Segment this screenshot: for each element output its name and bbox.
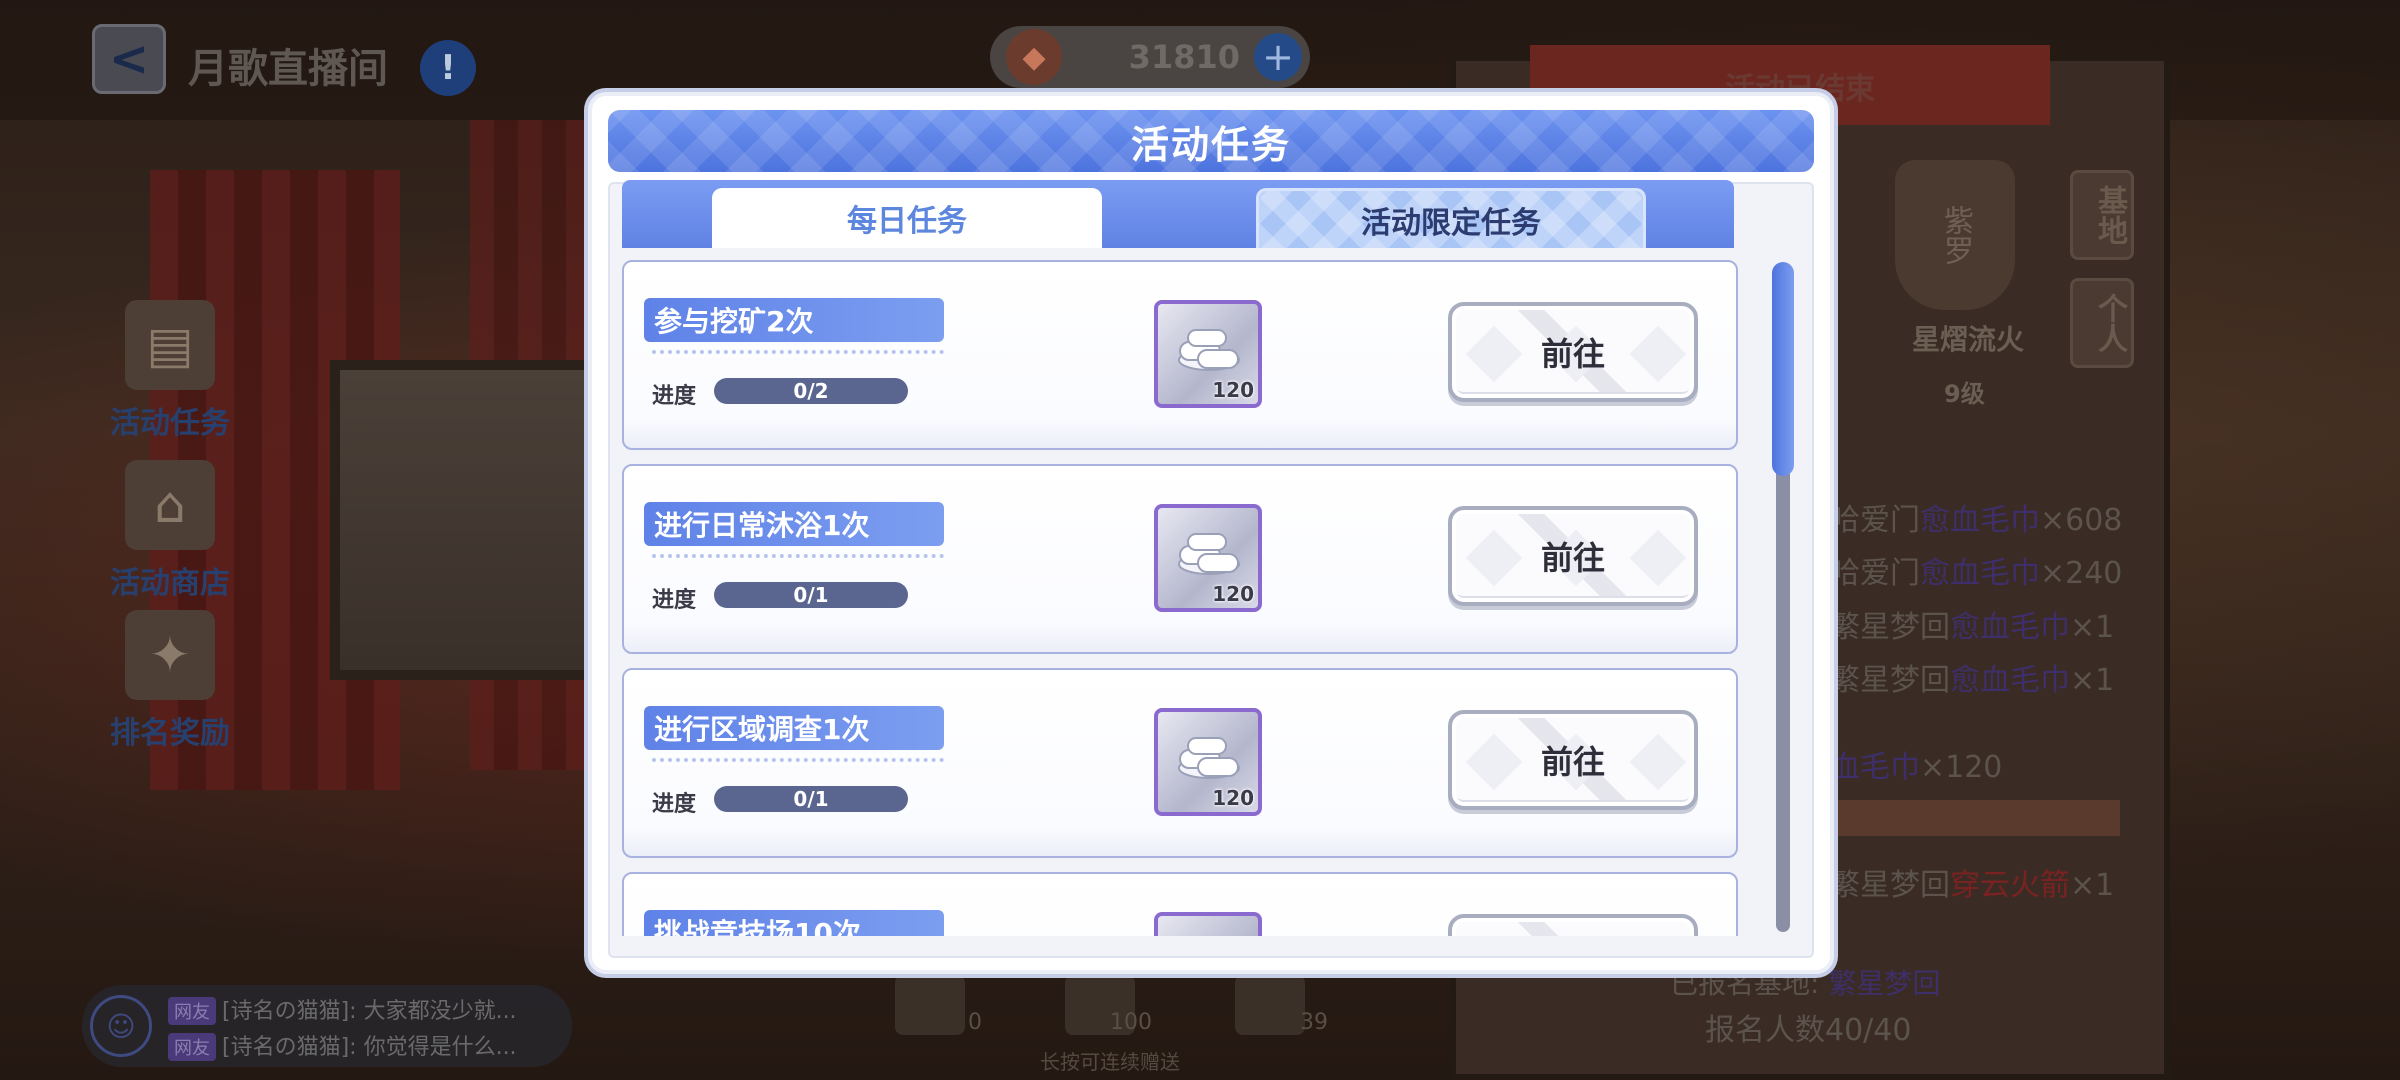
progress-text: 0/1 (793, 583, 829, 607)
side-menu-label: 排名奖励 (110, 716, 230, 751)
trophy-icon: 紫罗 (1895, 160, 2015, 310)
reward-line: 血毛巾×120 (1830, 750, 2003, 785)
fox-coin-icon: ◆ (1006, 29, 1062, 85)
plus-icon: + (1262, 35, 1294, 79)
side-menu-event-tasks[interactable]: ▤ 活动任务 (100, 300, 240, 442)
progress-bar: 0/1 (714, 582, 908, 608)
reward-line: 哈爱门愈血毛巾×240 (1830, 556, 2123, 591)
button-pattern (1465, 529, 1523, 587)
gift-count: 100 (1110, 1010, 1152, 1035)
towel-icon (1178, 533, 1240, 575)
button-pattern (1465, 325, 1523, 383)
reward-item[interactable]: 120 (1154, 504, 1262, 612)
back-button[interactable]: < (92, 24, 166, 94)
task-scroll-icon: ▤ (125, 300, 215, 390)
progress-label: 进度 (652, 588, 697, 613)
task-name: 参与挖矿2次 (644, 298, 944, 342)
task-card: 进行区域调查1次 进度 0/1 120 前往 (622, 668, 1738, 858)
go-button[interactable]: 前往 (1448, 710, 1698, 810)
progress-text: 0/1 (793, 787, 829, 811)
gift-count: 0 (968, 1010, 982, 1035)
towel-icon (1178, 329, 1240, 371)
divider (652, 350, 944, 354)
chat-message: 网友 [诗名の猫猫]: 大家都没少就... (168, 993, 517, 1025)
currency-display: ◆ 31810 + (990, 26, 1310, 88)
divider (652, 554, 944, 558)
page-title: 月歌直播间 (188, 46, 388, 92)
trophy-level: 9级 (1944, 380, 1985, 408)
button-pattern (1629, 325, 1687, 383)
tab-personal[interactable]: 个人 (2070, 278, 2134, 368)
task-name: 进行区域调查1次 (644, 706, 944, 750)
button-pattern (1629, 529, 1687, 587)
task-card: 参与挖矿2次 进度 0/2 120 前往 (622, 260, 1738, 450)
tab-label: 每日任务 (847, 204, 967, 239)
currency-value: 31810 (1128, 38, 1240, 76)
gift-icon: ✦ (125, 610, 215, 700)
long-press-hint: 长按可连续赠送 (1040, 1050, 1180, 1074)
task-tabs: 每日任务 活动限定任务 (622, 180, 1734, 248)
gift-slot[interactable] (1235, 975, 1305, 1035)
task-card: 挑战竞技场10次 进度 0/10 120 前往 (622, 872, 1738, 936)
progress-text: 0/2 (793, 379, 829, 403)
tab-base[interactable]: 基地 (2070, 170, 2134, 260)
event-tasks-dialog: 活动任务 每日任务 活动限定任务 参与挖矿2次 进度 0/2 120 前往 进行… (588, 92, 1834, 974)
progress-label: 进度 (652, 792, 697, 817)
info-button[interactable]: ! (420, 40, 476, 96)
reward-line: 繁星梦回愈血毛巾×1 (1830, 663, 2115, 698)
scrollbar-thumb[interactable] (1772, 262, 1794, 476)
gift-count: 39 (1300, 1010, 1328, 1035)
go-button-label: 前往 (1540, 743, 1605, 781)
progress-bar: 0/1 (714, 786, 908, 812)
towel-icon (1178, 737, 1240, 779)
exclamation-icon: ! (440, 48, 456, 88)
button-pattern (1629, 733, 1687, 791)
task-name: 挑战竞技场10次 (644, 910, 944, 936)
reward-item[interactable]: 120 (1154, 708, 1262, 816)
task-list[interactable]: 参与挖矿2次 进度 0/2 120 前往 进行日常沐浴1次 进度 0/1 120… (622, 256, 1740, 936)
progress-label: 进度 (652, 384, 697, 409)
button-pattern (1465, 733, 1523, 791)
progress-bar: 0/2 (714, 378, 908, 404)
reward-count: 120 (1212, 786, 1254, 810)
go-button[interactable]: 前往 (1448, 506, 1698, 606)
reward-line: 繁星梦回穿云火箭×1 (1830, 868, 2115, 903)
go-button[interactable]: 前往 (1448, 302, 1698, 402)
side-menu-ranking-rewards[interactable]: ✦ 排名奖励 (100, 610, 240, 752)
side-menu-label: 活动任务 (110, 406, 230, 441)
side-menu-label: 活动商店 (110, 566, 230, 601)
divider (652, 758, 944, 762)
reward-count: 120 (1212, 378, 1254, 402)
task-name: 进行日常沐浴1次 (644, 502, 944, 546)
tab-daily-tasks[interactable]: 每日任务 (712, 188, 1102, 248)
reward-line: 繁星梦回愈血毛巾×1 (1830, 610, 2115, 645)
reward-line: 哈爱门愈血毛巾×608 (1830, 503, 2123, 538)
go-button-label: 前往 (1540, 539, 1605, 577)
reward-item[interactable]: 120 (1154, 300, 1262, 408)
towel-icon (1176, 932, 1242, 936)
go-button-label: 前往 (1540, 335, 1605, 373)
task-card: 进行日常沐浴1次 进度 0/1 120 前往 (622, 464, 1738, 654)
chat-box[interactable]: ☺ 网友 [诗名の猫猫]: 大家都没少就... 网友 [诗名の猫猫]: 你觉得是什么… (82, 985, 572, 1067)
dialog-title: 活动任务 (1130, 122, 1291, 167)
trophy-name: 星熠流火 (1912, 323, 2025, 356)
gift-slot[interactable] (895, 975, 965, 1035)
go-button[interactable]: 前往 (1448, 914, 1698, 936)
reward-item[interactable]: 120 (1154, 912, 1262, 936)
side-menu-event-shop[interactable]: ⌂ 活动商店 (100, 460, 240, 602)
chat-message: 网友 [诗名の猫猫]: 你觉得是什么... (168, 1029, 517, 1061)
tab-event-limited-tasks[interactable]: 活动限定任务 (1256, 188, 1646, 248)
tab-label: 活动限定任务 (1361, 205, 1541, 241)
registration-count: 报名人数40/40 (1705, 1013, 1912, 1048)
reward-count: 120 (1212, 582, 1254, 606)
chat-bubble-icon: ☺ (90, 995, 152, 1057)
level-banner (1820, 800, 2120, 836)
dialog-header: 活动任务 (608, 110, 1814, 172)
shop-icon: ⌂ (125, 460, 215, 550)
chevron-left-icon: < (108, 31, 150, 87)
window-decoration (330, 360, 630, 680)
add-currency-button[interactable]: + (1254, 33, 1302, 81)
